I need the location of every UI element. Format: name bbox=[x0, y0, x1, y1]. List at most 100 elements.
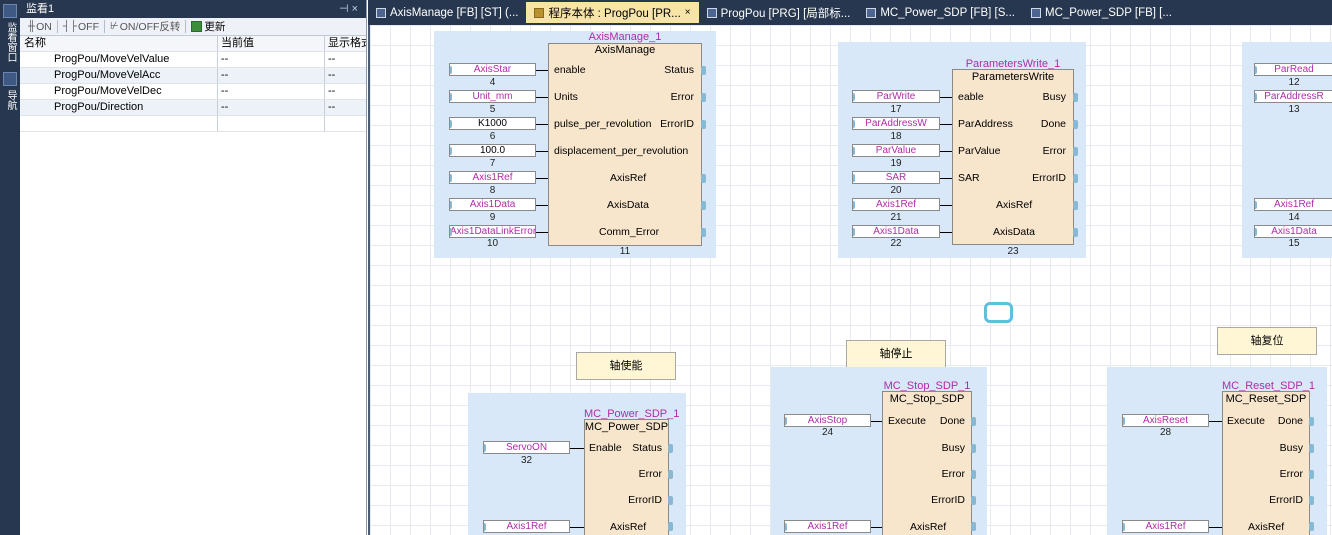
output-connector[interactable] bbox=[1309, 470, 1314, 479]
input-variable[interactable]: ParAddressR bbox=[1254, 90, 1332, 103]
output-connector[interactable] bbox=[1309, 496, 1314, 505]
output-connector[interactable] bbox=[1309, 522, 1314, 531]
output-connector[interactable] bbox=[668, 470, 673, 479]
tab-axismanage[interactable]: AxisManage [FB] [ST] (... bbox=[368, 2, 526, 23]
table-row-empty[interactable] bbox=[20, 116, 366, 132]
column-header-name[interactable]: 名称 bbox=[20, 36, 218, 51]
row-name[interactable] bbox=[20, 116, 218, 131]
fb-type-name: AxisManage bbox=[594, 44, 656, 56]
input-variable[interactable]: Axis1Data bbox=[1254, 225, 1332, 238]
input-variable[interactable]: SAR bbox=[852, 171, 940, 184]
output-connector[interactable] bbox=[701, 201, 706, 210]
fb-instance-name[interactable]: AxisManage_1 bbox=[548, 31, 702, 43]
row-format[interactable]: -- bbox=[325, 52, 366, 67]
output-connector[interactable] bbox=[1073, 120, 1078, 129]
input-variable[interactable]: AxisStar bbox=[449, 63, 536, 76]
fb-output-pin: Busy bbox=[941, 442, 965, 454]
output-connector[interactable] bbox=[971, 470, 976, 479]
input-variable[interactable]: ParWrite bbox=[852, 90, 940, 103]
input-variable[interactable]: ParRead bbox=[1254, 63, 1332, 76]
input-variable[interactable]: Axis1Ref bbox=[449, 171, 536, 184]
step-number: 19 bbox=[890, 158, 902, 169]
row-value[interactable]: -- bbox=[218, 84, 325, 99]
wire bbox=[1209, 421, 1222, 422]
row-value[interactable]: -- bbox=[218, 68, 325, 83]
input-variable[interactable]: Axis1DataLinkError bbox=[449, 225, 536, 238]
tab-progpou-locals[interactable]: ProgPou [PRG] [局部标... bbox=[699, 2, 859, 23]
program-body-icon bbox=[534, 7, 545, 18]
wire bbox=[871, 421, 882, 422]
fbd-editor-canvas[interactable]: AxisManage_1 AxisManage AxisStar 4 enabl… bbox=[368, 25, 1332, 535]
output-connector[interactable] bbox=[1309, 417, 1314, 426]
output-connector[interactable] bbox=[1073, 201, 1078, 210]
output-connector[interactable] bbox=[701, 93, 706, 102]
fb-block-reset[interactable] bbox=[1222, 391, 1310, 535]
output-connector[interactable] bbox=[668, 522, 673, 531]
output-connector[interactable] bbox=[668, 496, 673, 505]
comment-axis-stop[interactable]: 轴停止 bbox=[846, 340, 946, 368]
tab-close-icon[interactable]: × bbox=[685, 7, 691, 18]
table-row[interactable]: ProgPou/MoveVelAcc -- -- bbox=[20, 68, 366, 84]
input-variable[interactable]: Unit_mm bbox=[449, 90, 536, 103]
watch-icon[interactable] bbox=[3, 4, 17, 18]
step-number: 10 bbox=[486, 238, 499, 249]
output-connector[interactable] bbox=[1073, 147, 1078, 156]
tab-mc-power-labels[interactable]: MC_Power_SDP [FB] [... bbox=[1023, 2, 1180, 23]
input-variable[interactable]: Axis1Data bbox=[852, 225, 940, 238]
output-connector[interactable] bbox=[701, 174, 706, 183]
force-off-button[interactable]: ┤├ OFF bbox=[59, 21, 103, 33]
input-variable[interactable]: Axis1Ref bbox=[483, 520, 570, 533]
row-format[interactable]: -- bbox=[325, 84, 366, 99]
panel-pin-close-icon[interactable]: ⊣ × bbox=[339, 0, 358, 18]
comment-axis-enable[interactable]: 轴使能 bbox=[576, 352, 676, 380]
comment-axis-reset[interactable]: 轴复位 bbox=[1217, 327, 1317, 355]
input-variable[interactable]: AxisReset bbox=[1122, 414, 1209, 427]
navigation-label[interactable]: 导航 bbox=[5, 90, 16, 114]
row-name: ProgPou/Direction bbox=[20, 100, 218, 115]
input-variable[interactable]: Axis1Ref bbox=[1122, 520, 1209, 533]
watch-window-label[interactable]: 监看窗口 bbox=[5, 22, 16, 68]
fb-block-stop[interactable] bbox=[882, 391, 972, 535]
output-connector[interactable] bbox=[668, 444, 673, 453]
input-variable[interactable]: ServoON bbox=[483, 441, 570, 454]
table-row[interactable]: ProgPou/Direction -- -- bbox=[20, 100, 366, 116]
input-variable[interactable]: ParValue bbox=[852, 144, 940, 157]
fb-input-pin: AxisRef bbox=[610, 172, 647, 184]
output-connector[interactable] bbox=[701, 120, 706, 129]
input-variable[interactable]: Axis1Ref bbox=[784, 520, 871, 533]
output-connector[interactable] bbox=[971, 496, 976, 505]
output-connector[interactable] bbox=[971, 444, 976, 453]
output-connector[interactable] bbox=[1073, 93, 1078, 102]
input-variable[interactable]: ParAddressW bbox=[852, 117, 940, 130]
update-button[interactable]: 更新 bbox=[187, 19, 229, 34]
table-row[interactable]: ProgPou/MoveVelDec -- -- bbox=[20, 84, 366, 100]
input-variable[interactable]: Axis1Ref bbox=[1254, 198, 1332, 211]
row-format[interactable]: -- bbox=[325, 100, 366, 115]
navigation-icon[interactable] bbox=[3, 72, 17, 86]
column-header-value[interactable]: 当前值 bbox=[218, 36, 325, 51]
selection-cursor[interactable] bbox=[984, 302, 1013, 323]
input-variable[interactable]: AxisStop bbox=[784, 414, 871, 427]
tab-progpou-body[interactable]: 程序本体 : ProgPou [PR... × bbox=[526, 2, 699, 23]
input-variable[interactable]: Axis1Ref bbox=[852, 198, 940, 211]
output-connector[interactable] bbox=[1073, 228, 1078, 237]
input-variable[interactable]: Axis1Data bbox=[449, 198, 536, 211]
output-connector[interactable] bbox=[1309, 444, 1314, 453]
output-connector[interactable] bbox=[701, 228, 706, 237]
output-connector[interactable] bbox=[1073, 174, 1078, 183]
input-constant[interactable]: K1000 bbox=[449, 117, 536, 130]
row-value[interactable]: -- bbox=[218, 52, 325, 67]
input-constant[interactable]: 100.0 bbox=[449, 144, 536, 157]
output-connector[interactable] bbox=[971, 417, 976, 426]
output-connector[interactable] bbox=[701, 66, 706, 75]
output-connector[interactable] bbox=[971, 522, 976, 531]
row-format[interactable]: -- bbox=[325, 68, 366, 83]
step-number: 9 bbox=[489, 212, 496, 223]
table-row[interactable]: ProgPou/MoveVelValue -- -- bbox=[20, 52, 366, 68]
fb-output-pin: Busy bbox=[1042, 91, 1066, 103]
row-value[interactable]: -- bbox=[218, 100, 325, 115]
force-on-button[interactable]: ╫ ON bbox=[24, 21, 56, 33]
toggle-on-off-button[interactable]: ⊬ ON/OFF反转 bbox=[106, 19, 184, 34]
column-header-format[interactable]: 显示格式 bbox=[325, 36, 366, 51]
tab-mc-power-st[interactable]: MC_Power_SDP [FB] [S... bbox=[858, 2, 1023, 23]
